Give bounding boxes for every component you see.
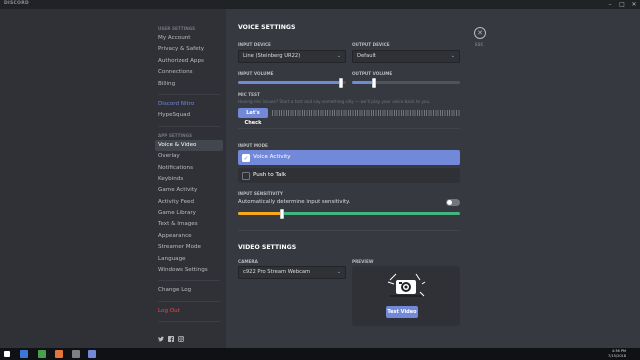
section-divider	[238, 128, 460, 129]
output-volume-slider[interactable]	[352, 77, 460, 88]
chevron-down-icon: ⌄	[336, 269, 341, 275]
firefox-icon[interactable]	[55, 350, 63, 358]
close-settings-button[interactable]: ✕	[474, 27, 486, 39]
os-taskbar: 4:36 PM 7/15/2018	[0, 348, 640, 360]
output-device-select[interactable]: Default ⌄	[352, 50, 460, 63]
input-device-select[interactable]: Line (Steinberg UR22) ⌄	[238, 50, 346, 63]
input-sensitivity-label: INPUT SENSITIVITY	[238, 191, 283, 196]
facebook-icon[interactable]	[168, 327, 174, 343]
camera-select[interactable]: c922 Pro Stream Webcam ⌄	[238, 266, 346, 279]
lets-check-button[interactable]: Let's Check	[238, 108, 268, 126]
sidebar-item-authorized-apps[interactable]: Authorized Apps	[155, 56, 223, 67]
input-volume-slider[interactable]	[238, 77, 346, 88]
sidebar-item-change-log[interactable]: Change Log	[155, 285, 223, 296]
sidebar-item-billing[interactable]: Billing	[155, 79, 223, 90]
chrome-icon[interactable]	[38, 350, 46, 358]
windows-start-icon[interactable]	[4, 351, 10, 357]
close-icon[interactable]: ✕	[628, 0, 640, 9]
edge-browser-icon[interactable]	[20, 350, 28, 358]
sidebar-item-privacy-safety[interactable]: Privacy & Safety	[155, 44, 223, 55]
sensitivity-fill	[238, 212, 283, 215]
system-clock[interactable]: 4:36 PM 7/15/2018	[608, 349, 626, 358]
twitter-icon[interactable]	[158, 327, 164, 342]
sidebar-item-notifications[interactable]: Notifications	[155, 163, 223, 174]
sidebar-item-voice-video[interactable]: Voice & Video	[155, 139, 223, 152]
push-to-talk-option[interactable]: Push to Talk	[238, 168, 460, 183]
video-settings-title: VIDEO SETTINGS	[238, 244, 297, 251]
sidebar-item-appearance[interactable]: Appearance	[155, 231, 223, 242]
mic-test-label: MIC TEST	[238, 92, 260, 97]
settings-sidebar: USER SETTINGS My Account Privacy & Safet…	[0, 9, 226, 348]
chevron-down-icon: ⌄	[450, 53, 455, 59]
input-device-label: INPUT DEVICE	[238, 42, 271, 47]
output-device-label: OUTPUT DEVICE	[352, 42, 390, 47]
minimize-icon[interactable]: –	[604, 0, 616, 9]
camera-illustration-icon	[387, 273, 426, 297]
sidebar-item-overlay[interactable]: Overlay	[155, 151, 223, 162]
toggle-knob	[447, 200, 452, 205]
sensitivity-slider[interactable]	[238, 208, 460, 219]
output-volume-fill	[352, 81, 374, 84]
video-preview: Test Video	[352, 266, 460, 326]
preview-label: PREVIEW	[352, 259, 374, 264]
app-title: DISCORD	[4, 1, 30, 6]
file-explorer-icon[interactable]	[72, 350, 80, 358]
sidebar-item-game-library[interactable]: Game Library	[155, 208, 223, 219]
chevron-down-icon: ⌄	[336, 53, 341, 59]
checkbox-checked-icon: ✓	[242, 153, 250, 162]
sidebar-divider	[158, 321, 220, 323]
sidebar-item-discord-nitro[interactable]: Discord Nitro	[155, 99, 223, 110]
checkbox-empty-icon	[242, 171, 250, 180]
settings-content: VOICE SETTINGS INPUT DEVICE Line (Steinb…	[226, 9, 640, 348]
esc-label: ESC	[475, 42, 484, 47]
input-volume-label: INPUT VOLUME	[238, 71, 274, 76]
output-device-value: Default	[357, 53, 376, 59]
sidebar-item-hypesquad[interactable]: HypeSquad	[155, 110, 223, 121]
sidebar-item-streamer-mode[interactable]: Streamer Mode	[155, 242, 223, 253]
instagram-icon[interactable]	[178, 327, 184, 343]
app-settings-header: APP SETTINGS	[158, 132, 193, 138]
sidebar-item-my-account[interactable]: My Account	[155, 33, 223, 44]
auto-sensitivity-label: Automatically determine input sensitivit…	[238, 199, 351, 205]
discord-taskbar-icon[interactable]	[88, 350, 96, 358]
mic-test-meter	[272, 110, 460, 116]
sidebar-divider	[158, 300, 220, 302]
maximize-icon[interactable]: □	[616, 0, 628, 9]
title-bar: DISCORD – □ ✕	[0, 0, 640, 9]
input-device-value: Line (Steinberg UR22)	[243, 53, 301, 59]
auto-sensitivity-toggle[interactable]	[446, 199, 460, 206]
sidebar-divider	[158, 125, 220, 127]
sidebar-item-language[interactable]: Language	[155, 254, 223, 265]
voice-settings-title: VOICE SETTINGS	[238, 24, 296, 31]
sidebar-item-log-out[interactable]: Log Out	[155, 306, 223, 317]
camera-value: c922 Pro Stream Webcam	[243, 269, 311, 275]
push-to-talk-label: Push to Talk	[253, 172, 287, 178]
sidebar-item-windows-settings[interactable]: Windows Settings	[155, 265, 223, 276]
close-icon: ✕	[477, 29, 483, 37]
sidebar-item-game-activity[interactable]: Game Activity	[155, 185, 223, 196]
output-volume-handle[interactable]	[371, 77, 376, 88]
voice-activity-option[interactable]: ✓ Voice Activity	[238, 150, 460, 165]
sidebar-divider	[158, 280, 220, 282]
mic-test-description: Having mic issues? Start a test and say …	[238, 99, 431, 104]
clock-date: 7/15/2018	[608, 353, 626, 358]
sidebar-item-keybinds[interactable]: Keybinds	[155, 174, 223, 185]
input-volume-fill	[238, 81, 341, 84]
section-divider	[238, 230, 460, 231]
sidebar-divider	[158, 93, 220, 95]
test-video-button[interactable]: Test Video	[386, 306, 418, 318]
social-links	[155, 327, 223, 343]
output-volume-label: OUTPUT VOLUME	[352, 71, 393, 76]
sidebar-item-activity-feed[interactable]: Activity Feed	[155, 197, 223, 208]
sidebar-item-text-images[interactable]: Text & Images	[155, 219, 223, 230]
camera-label: CAMERA	[238, 259, 258, 264]
user-settings-header: USER SETTINGS	[158, 26, 196, 31]
voice-activity-label: Voice Activity	[253, 154, 291, 160]
input-mode-label: INPUT MODE	[238, 143, 268, 148]
input-volume-handle[interactable]	[338, 77, 343, 88]
sidebar-item-connections[interactable]: Connections	[155, 67, 223, 78]
sensitivity-handle[interactable]	[280, 208, 285, 219]
